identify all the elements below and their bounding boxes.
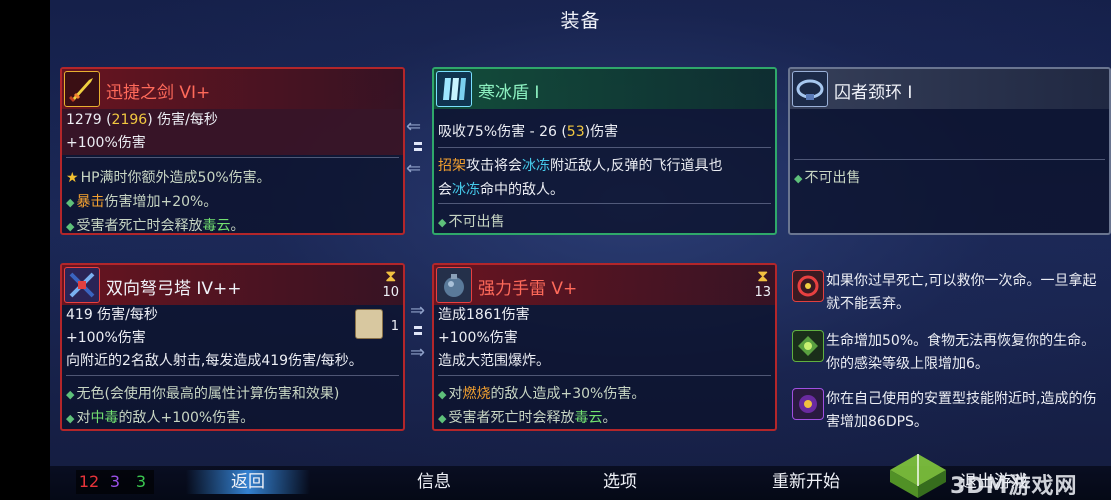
- weapon-dps-alt: 2196: [111, 112, 148, 128]
- arrow-left-icon: ⇐: [406, 158, 422, 179]
- shield-unsellable: ◆ 不可出售: [438, 214, 505, 230]
- hourglass-icon: ⧗: [757, 266, 769, 285]
- arrow-right-icon: ⇒: [410, 342, 426, 363]
- scroll-count: 1: [390, 319, 399, 334]
- survival-stat: 3: [135, 472, 147, 491]
- dots-icon: [414, 142, 422, 152]
- diamond-bullet-icon: ◆: [438, 216, 447, 229]
- info-button[interactable]: 信息: [396, 470, 472, 494]
- diamond-bullet-icon: ◆: [438, 388, 447, 401]
- diamond-bullet-icon: ◆: [438, 412, 447, 425]
- collar-amulet-icon: [792, 71, 828, 107]
- amulet-card-header: 囚者颈环 I: [790, 69, 1109, 109]
- screen-title: 装备: [560, 10, 601, 32]
- divider: [66, 157, 399, 158]
- mutation-row[interactable]: 你在自己使用的安置型技能附近时,造成的伤害增加86DPS。: [790, 384, 1110, 440]
- dots-icon: [414, 326, 422, 336]
- shield-stat: 吸收75%伤害 - 26 (53)伤害: [438, 124, 619, 140]
- skill1-desc: 向附近的2名敌人射击,每发造成419伤害/每秒。: [66, 353, 363, 369]
- shield-desc-2: 会冰冻命中的敌人。: [438, 182, 564, 198]
- skill1-affix-2: ◆ 对中毒的敌人+100%伤害。: [66, 410, 255, 426]
- sword-icon: [64, 71, 100, 107]
- mutation-row[interactable]: 生命增加50%。食物无法再恢复你的生命。你的感染等级上限增加6。: [790, 326, 1110, 382]
- diamond-bullet-icon: ◆: [66, 220, 75, 233]
- skill2-cooldown: ⧗ 13: [754, 266, 771, 301]
- hourglass-icon: ⧗: [385, 266, 397, 285]
- divider: [438, 203, 771, 204]
- mutation-text: 如果你过早死亡,可以救你一次命。一旦拿起就不能丢弃。: [826, 273, 1097, 312]
- mutation-row[interactable]: 如果你过早死亡,可以救你一次命。一旦拿起就不能丢弃。: [790, 266, 1110, 322]
- divider: [438, 375, 771, 376]
- scroll-icon: [355, 309, 383, 339]
- skill2-damage: 造成1861伤害: [438, 307, 530, 323]
- watermark-logo-icon: [890, 454, 946, 498]
- divider: [438, 147, 771, 148]
- mutation-text: 生命增加50%。食物无法再恢复你的生命。你的感染等级上限增加6。: [826, 333, 1096, 372]
- skill1-bonus: +100%伤害: [66, 330, 146, 346]
- resurrection-mutation-icon: [792, 270, 824, 302]
- necromancy-mutation-icon: [792, 330, 824, 362]
- mutation-text: 你在自己使用的安置型技能附近时,造成的伤害增加86DPS。: [826, 391, 1097, 430]
- shield-card-header: 寒冰盾 I: [434, 69, 775, 109]
- arrow-left-icon: ⇐: [406, 116, 422, 137]
- weapon-bonus: +100%伤害: [66, 135, 146, 151]
- skill1-card-header: 双向弩弓塔 IV++: [62, 265, 403, 305]
- divider: [66, 375, 399, 376]
- skill1-name: 双向弩弓塔 IV++: [106, 279, 242, 299]
- tactics-stat: 3: [109, 472, 121, 491]
- restart-button[interactable]: 重新开始: [752, 470, 860, 494]
- watermark-text: 3DM游戏网: [950, 474, 1078, 499]
- diamond-bullet-icon: ◆: [794, 172, 803, 185]
- shield-slot-card[interactable]: 寒冰盾 I 吸收75%伤害 - 26 (53)伤害 招架攻击将会冰冻附近敌人,反…: [432, 67, 777, 235]
- ice-shield-icon: [436, 71, 472, 107]
- star-icon: ★: [66, 170, 79, 186]
- diamond-bullet-icon: ◆: [66, 388, 75, 401]
- shield-name: 寒冰盾 I: [478, 83, 540, 103]
- weapon-affix-3: ◆ 受害者死亡时会释放毒云。: [66, 218, 245, 234]
- skill2-name: 强力手雷 V+: [478, 279, 578, 299]
- swap-arrows-bottom[interactable]: ⇒ ⇒: [406, 302, 432, 380]
- skill1-affix-1: ◆ 无色(会使用你最高的属性计算伤害和效果): [66, 386, 340, 402]
- amulet-unsellable: ◆ 不可出售: [794, 170, 861, 186]
- skill2-desc: 造成大范围爆炸。: [438, 353, 550, 369]
- skill2-slot-card[interactable]: 强力手雷 V+ ⧗ 13 造成1861伤害 +100%伤害 造成大范围爆炸。 ◆…: [432, 263, 777, 431]
- weapon-name: 迅捷之剑 VI+: [106, 83, 211, 103]
- skill2-affix-2: ◆ 受害者死亡时会释放毒云。: [438, 410, 617, 426]
- options-button[interactable]: 选项: [582, 470, 658, 494]
- skill1-cooldown: ⧗ 10: [382, 266, 399, 301]
- weapon-affix-1: ★ HP满时你额外造成50%伤害。: [66, 170, 271, 186]
- diamond-bullet-icon: ◆: [66, 196, 75, 209]
- diamond-bullet-icon: ◆: [66, 412, 75, 425]
- game-screen: 装备 迅捷之剑 VI+ 1279 (2196) 伤害/每秒 +100%伤害 ★ …: [0, 0, 1111, 500]
- amulet-slot-card[interactable]: 囚者颈环 I ◆ 不可出售: [788, 67, 1111, 235]
- skill2-affix-1: ◆ 对燃烧的敌人造成+30%伤害。: [438, 386, 646, 402]
- skill1-dps: 419 伤害/每秒: [66, 307, 158, 323]
- site-watermark: 3DM游戏网: [888, 450, 1111, 500]
- arrow-right-icon: ⇒: [410, 300, 426, 321]
- brutality-stat: 12: [78, 472, 100, 491]
- skill2-card-header: 强力手雷 V+: [434, 265, 775, 305]
- skill2-bonus: +100%伤害: [438, 330, 518, 346]
- weapon-affix-2: ◆ 暴击伤害增加+20%。: [66, 194, 218, 210]
- grenade-icon: [436, 267, 472, 303]
- amulet-name: 囚者颈环 I: [834, 83, 913, 103]
- weapon-slot-card[interactable]: 迅捷之剑 VI+ 1279 (2196) 伤害/每秒 +100%伤害 ★ HP满时…: [60, 67, 405, 235]
- skill1-slot-card[interactable]: 双向弩弓塔 IV++ ⧗ 10 1 419 伤害/每秒 +100%伤害 向附近的…: [60, 263, 405, 431]
- tactician-mutation-icon: [792, 388, 824, 420]
- shield-desc-1: 招架攻击将会冰冻附近敌人,反弹的飞行道具也: [438, 158, 723, 174]
- scroll-stats: 12 3 3: [76, 470, 154, 494]
- swap-arrows-top[interactable]: ⇐ ⇐: [406, 118, 432, 188]
- weapon-card-header: 迅捷之剑 VI+: [62, 69, 403, 109]
- divider: [794, 159, 1105, 160]
- weapon-dps: 1279 (2196) 伤害/每秒: [66, 112, 218, 128]
- back-button[interactable]: 返回: [186, 470, 310, 494]
- crossbow-turret-icon: [64, 267, 100, 303]
